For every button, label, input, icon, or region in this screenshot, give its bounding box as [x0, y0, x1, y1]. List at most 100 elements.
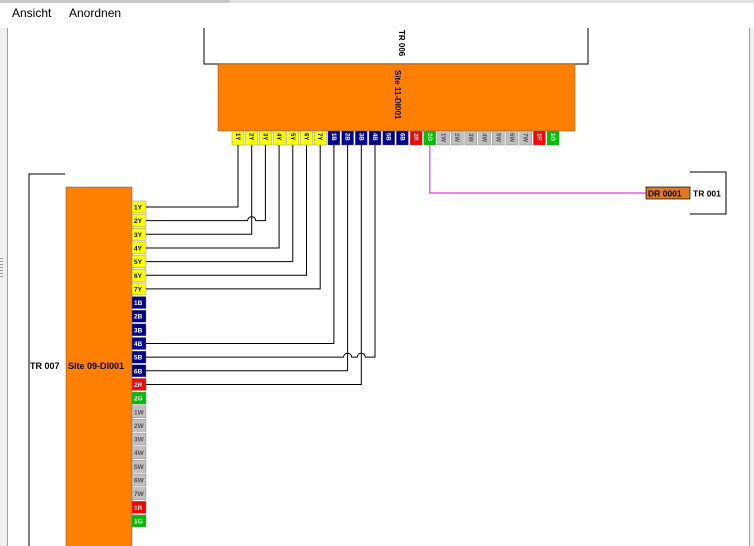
wire-1Y-1Y[interactable]	[146, 145, 239, 208]
svg-text:1W: 1W	[134, 409, 145, 416]
svg-text:1G: 1G	[549, 133, 555, 141]
wire-5Y-5Y[interactable]	[146, 145, 294, 263]
left-port-1B[interactable]: 1B	[131, 296, 147, 309]
svg-text:4Y: 4Y	[275, 133, 281, 140]
left-port-4Y[interactable]: 4Y	[131, 241, 147, 255]
wire-4Y-4Y[interactable]	[146, 145, 280, 249]
top-port-3Y[interactable]: 3Y	[259, 130, 272, 146]
top-port-6B[interactable]: 6B	[396, 130, 409, 146]
wire-2G-DR0001[interactable]	[429, 145, 646, 194]
top-port-4B[interactable]: 4B	[368, 130, 382, 146]
left-port-2B[interactable]: 2B	[131, 310, 147, 323]
left-port-3W[interactable]: 3W	[131, 432, 147, 446]
svg-text:7Y: 7Y	[316, 133, 322, 140]
svg-text:7W: 7W	[134, 491, 145, 498]
top-port-2W[interactable]: 2W	[451, 130, 464, 146]
left-port-3B[interactable]: 3B	[131, 323, 147, 337]
svg-text:2B: 2B	[344, 133, 350, 141]
wire-1B-4B[interactable]	[146, 145, 335, 344]
top-port-5Y[interactable]: 5Y	[286, 130, 299, 146]
svg-text:2R: 2R	[412, 133, 418, 141]
svg-text:3W: 3W	[134, 437, 145, 444]
svg-text:4B: 4B	[371, 133, 377, 141]
left-port-1W[interactable]: 1W	[131, 405, 147, 418]
top-port-3B[interactable]: 3B	[355, 130, 368, 146]
svg-text:1G: 1G	[134, 518, 143, 525]
left-port-1R[interactable]: 1R	[131, 501, 147, 514]
menu-anordnen[interactable]: Anordnen	[69, 6, 121, 20]
top-port-2B[interactable]: 2B	[341, 130, 354, 146]
left-port-7Y[interactable]: 7Y	[131, 282, 147, 296]
left-port-5Y[interactable]: 5Y	[131, 255, 147, 268]
svg-text:1Y: 1Y	[134, 205, 143, 212]
left-port-3Y[interactable]: 3Y	[131, 228, 147, 241]
wire-4B-5B[interactable]	[146, 145, 376, 358]
left-port-2G[interactable]: 2G	[131, 391, 147, 405]
left-port-5W[interactable]: 5W	[131, 460, 147, 473]
left-port-4B[interactable]: 4B	[131, 337, 147, 350]
left-port-2R[interactable]: 2R	[131, 378, 147, 391]
menu-ansicht[interactable]: Ansicht	[12, 6, 51, 20]
left-port-7W[interactable]: 7W	[131, 487, 147, 500]
svg-text:3Y: 3Y	[261, 133, 267, 140]
wire-6Y-6Y[interactable]	[146, 145, 307, 276]
svg-text:4W: 4W	[134, 450, 145, 457]
svg-text:1B: 1B	[134, 300, 143, 307]
top-port-3W[interactable]: 3W	[464, 130, 478, 146]
top-port-2Y[interactable]: 2Y	[245, 130, 258, 146]
wire-group	[146, 145, 646, 385]
top-port-5B[interactable]: 5B	[382, 130, 395, 146]
wire-3B-2R[interactable]	[146, 145, 362, 385]
top-port-4Y[interactable]: 4Y	[272, 130, 286, 146]
left-port-6Y[interactable]: 6Y	[131, 269, 147, 282]
top-port-2G[interactable]: 2G	[423, 130, 436, 146]
svg-text:7W: 7W	[522, 133, 528, 142]
top-port-4W[interactable]: 4W	[478, 130, 491, 146]
left-port-2W[interactable]: 2W	[131, 419, 147, 432]
top-port-1Y[interactable]: 1Y	[231, 130, 245, 146]
top-enclosure[interactable]	[203, 28, 589, 65]
left-port-1Y[interactable]: 1Y	[131, 200, 147, 214]
svg-text:3B: 3B	[134, 327, 143, 334]
top-port-1G[interactable]: 1G	[546, 130, 560, 146]
left-port-6B[interactable]: 6B	[131, 364, 147, 377]
svg-text:2Y: 2Y	[134, 218, 143, 225]
wire-2B-6B[interactable]	[146, 145, 349, 372]
svg-text:1R: 1R	[535, 133, 541, 141]
svg-text:6B: 6B	[398, 133, 404, 141]
left-port-6W[interactable]: 6W	[131, 473, 147, 487]
svg-text:3B: 3B	[357, 133, 363, 141]
top-port-7W[interactable]: 7W	[519, 130, 532, 146]
patch-diagram: TR 006 Site 11-DI001 1Y 2Y 3Y 4Y 5Y 6Y 7Y 1B 2B 3…	[28, 28, 727, 546]
top-port-1W[interactable]: 1W	[437, 130, 450, 146]
wire-7Y-7Y[interactable]	[146, 145, 321, 290]
svg-text:2B: 2B	[134, 314, 143, 321]
title-strip-highlight	[230, 0, 754, 3]
svg-text:2R: 2R	[134, 382, 143, 389]
top-port-1B[interactable]: 1B	[327, 130, 341, 146]
resize-grip[interactable]	[0, 258, 3, 278]
top-port-2R[interactable]: 2R	[409, 130, 423, 146]
svg-text:4B: 4B	[134, 341, 143, 348]
top-port-5W[interactable]: 5W	[492, 130, 505, 146]
svg-text:7Y: 7Y	[134, 286, 143, 293]
svg-text:4Y: 4Y	[134, 245, 143, 252]
left-enclosure[interactable]	[28, 173, 65, 546]
left-port-5B[interactable]: 5B	[131, 350, 147, 364]
top-port-7Y[interactable]: 7Y	[314, 130, 327, 146]
svg-text:2Y: 2Y	[248, 133, 254, 140]
svg-text:2G: 2G	[134, 396, 143, 403]
svg-text:1Y: 1Y	[234, 133, 240, 140]
left-port-2Y[interactable]: 2Y	[131, 214, 147, 227]
top-port-6W[interactable]: 6W	[505, 130, 519, 146]
left-site-label: Site 09-DI001	[68, 361, 124, 371]
wire-3Y-2Y[interactable]	[146, 145, 266, 222]
svg-text:6Y: 6Y	[303, 133, 309, 140]
left-port-4W[interactable]: 4W	[131, 446, 147, 459]
svg-text:5B: 5B	[134, 355, 143, 362]
top-port-6Y[interactable]: 6Y	[300, 130, 313, 146]
svg-text:5Y: 5Y	[289, 133, 295, 140]
top-port-1R[interactable]: 1R	[533, 130, 546, 146]
left-port-1G[interactable]: 1G	[131, 514, 147, 528]
svg-text:3Y: 3Y	[134, 232, 143, 239]
